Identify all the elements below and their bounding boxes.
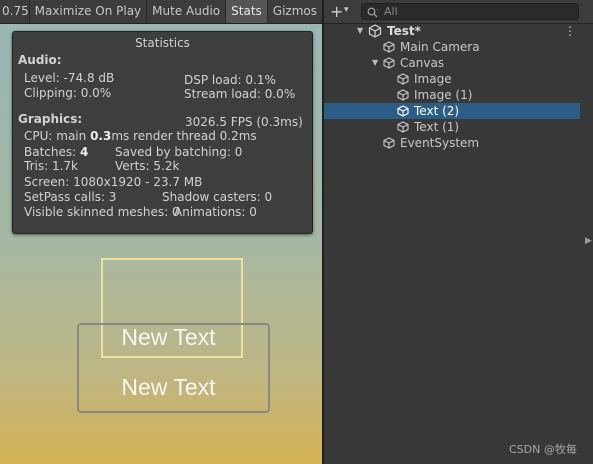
hierarchy-item-label: Canvas: [400, 56, 445, 70]
animations: Animations: 0: [174, 205, 257, 219]
visible-skinned-meshes: Visible skinned meshes: 0: [24, 205, 180, 219]
hierarchy-item-label: Image: [414, 72, 452, 86]
hierarchy-item-label: Image (1): [414, 88, 473, 102]
hierarchy-item-label: Main Camera: [400, 40, 480, 54]
statistics-panel: Statistics Audio: Level: -74.8 dB DSP lo…: [12, 31, 313, 234]
hierarchy-item-label: Text (2): [414, 104, 460, 118]
gameobject-cube-icon: [397, 89, 409, 101]
search-icon: [367, 7, 378, 18]
hierarchy-item-image[interactable]: Image: [324, 71, 580, 87]
audio-heading: Audio:: [18, 53, 62, 67]
new-text-upper: New Text: [121, 324, 216, 350]
collapse-arrow-icon[interactable]: ▶: [585, 236, 592, 246]
hierarchy-item-text-1[interactable]: Text (1): [324, 119, 580, 135]
watermark: CSDN @牧每: [509, 443, 577, 456]
cpu-stats: CPU: main 0.3ms render thread 0.2ms: [24, 129, 257, 143]
statistics-title: Statistics: [135, 36, 190, 50]
gameobject-cube-icon: [383, 41, 395, 53]
gameobject-cube-icon: [397, 73, 409, 85]
mute-audio-button[interactable]: Mute Audio: [147, 0, 227, 23]
gameobject-cube-icon: [397, 121, 409, 133]
chevron-down-icon: ▾: [344, 5, 349, 15]
saved-by-batching: Saved by batching: 0: [115, 145, 243, 159]
game-toolbar: 0.756x Maximize On Play Mute Audio Stats…: [0, 0, 322, 24]
plus-icon: +: [330, 2, 344, 21]
tris: Tris: 1.7k: [24, 159, 78, 173]
game-view: 0.756x Maximize On Play Mute Audio Stats…: [0, 0, 322, 464]
expand-arrow-icon[interactable]: ▼: [372, 55, 378, 71]
hierarchy-item-canvas[interactable]: ▼ Canvas: [324, 55, 580, 71]
cpu-rest: ms render thread 0.2ms: [111, 129, 257, 143]
hierarchy-item-eventsystem[interactable]: EventSystem: [324, 135, 580, 151]
scale-value[interactable]: 0.756x: [0, 0, 30, 23]
clipping: Clipping: 0.0%: [24, 86, 112, 100]
scene-row[interactable]: ▼ Test* ⋮: [324, 23, 580, 39]
unity-scene-icon: [368, 24, 382, 38]
hierarchy-item-image-1[interactable]: Image (1): [324, 87, 580, 103]
audio-level: Level: -74.8 dB: [24, 71, 115, 85]
batches-value: 4: [80, 145, 89, 159]
search-input[interactable]: [384, 4, 574, 19]
new-text-lower: New Text: [121, 374, 216, 400]
gameobject-cube-icon: [383, 137, 395, 149]
create-dropdown-button[interactable]: + ▾: [327, 2, 355, 21]
hierarchy-toolbar: + ▾: [324, 0, 593, 24]
fps: 3026.5 FPS (0.3ms): [185, 115, 303, 129]
shadow-casters: Shadow casters: 0: [162, 190, 273, 204]
setpass-calls: SetPass calls: 3: [24, 190, 117, 204]
gameobject-cube-icon: [397, 105, 409, 117]
gameobject-cube-icon: [383, 57, 395, 69]
stream-load: Stream load: 0.0%: [184, 87, 296, 101]
hierarchy-panel: + ▾ ▼ Test* ⋮ Main Camera ▼: [324, 0, 593, 464]
hierarchy-item-label: Text (1): [414, 120, 460, 134]
verts: Verts: 5.2k: [115, 159, 180, 173]
maximize-on-play-button[interactable]: Maximize On Play: [30, 0, 148, 23]
batches-label: Batches:: [24, 145, 80, 159]
hierarchy-item-text-2[interactable]: Text (2): [324, 103, 580, 119]
hierarchy-item-main-camera[interactable]: Main Camera: [324, 39, 580, 55]
screen-info: Screen: 1080x1920 - 23.7 MB: [24, 175, 203, 189]
search-box[interactable]: [361, 3, 579, 20]
expand-arrow-icon[interactable]: ▼: [357, 23, 363, 39]
graphics-heading: Graphics:: [18, 112, 83, 126]
cpu-main-label: CPU: main: [24, 129, 91, 143]
stats-button[interactable]: Stats: [226, 0, 268, 23]
cpu-main-value: 0.3: [90, 129, 112, 143]
batches: Batches: 4: [24, 145, 88, 159]
gizmos-button[interactable]: Gizmos: [268, 0, 322, 23]
scene-name: Test*: [387, 24, 421, 38]
kebab-menu-icon[interactable]: ⋮: [564, 23, 576, 39]
dsp-load: DSP load: 0.1%: [184, 73, 276, 87]
hierarchy-item-label: EventSystem: [400, 136, 480, 150]
